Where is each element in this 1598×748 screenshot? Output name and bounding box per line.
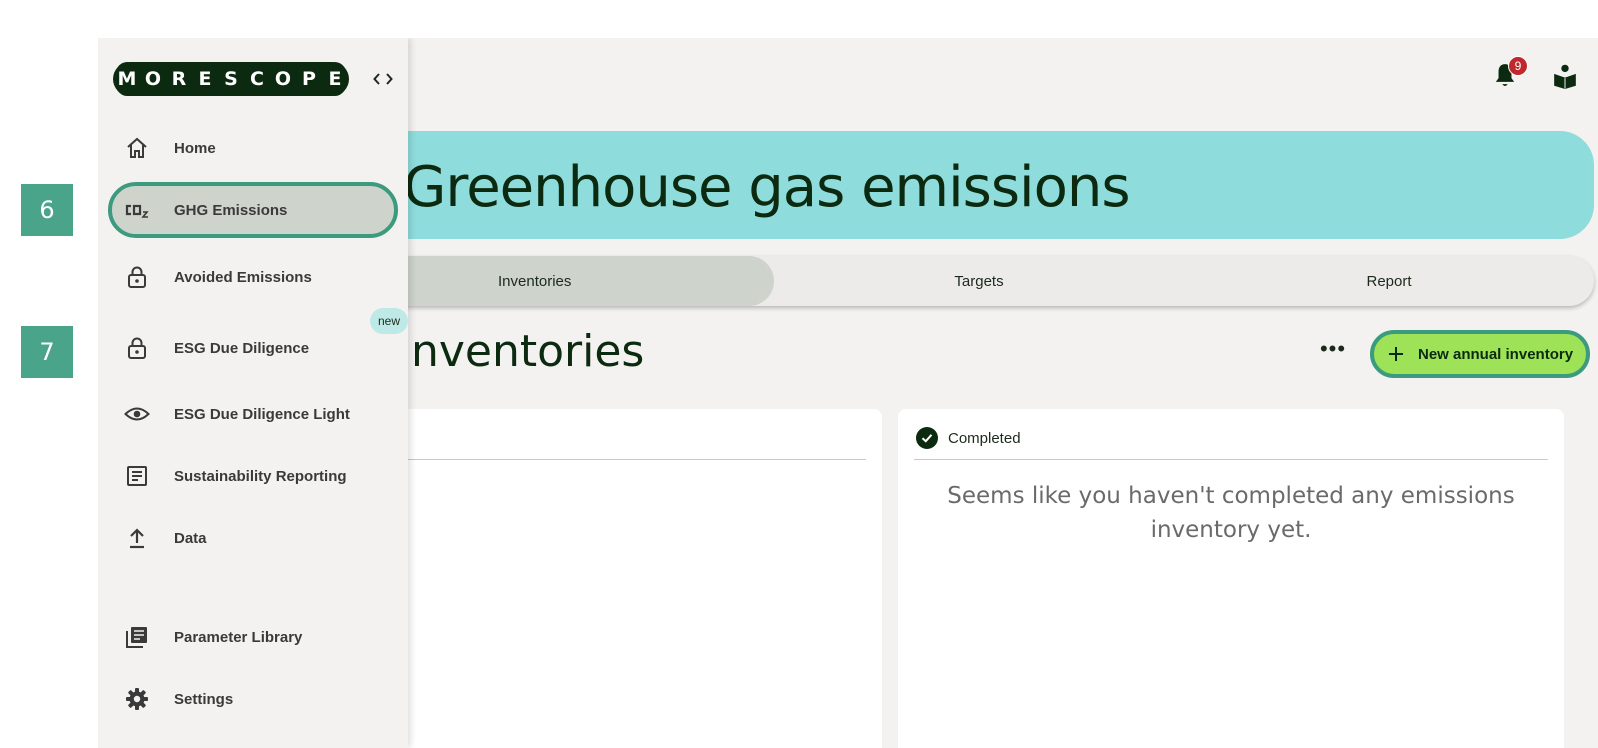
topbar-actions: 9 (1492, 56, 1580, 92)
empty-state-message: Seems like you haven't completed any emi… (947, 483, 1515, 543)
sidebar: M O R E S C O P E Home GHG Emissions Avo… (98, 38, 408, 748)
sidebar-item-esg-due-diligence-light[interactable]: ESG Due Diligence Light (108, 386, 398, 442)
logo-letter: C (244, 62, 270, 96)
plus-icon (1389, 347, 1403, 361)
eye-icon (124, 401, 150, 427)
sidebar-item-sustainability-reporting[interactable]: Sustainability Reporting (108, 448, 398, 504)
sidebar-item-parameter-library[interactable]: Parameter Library (108, 609, 398, 665)
tab-targets[interactable]: Targets (774, 256, 1184, 306)
open-book-icon (1554, 64, 1576, 89)
logo-letter: R (166, 62, 192, 96)
section-tabs: Inventories Targets Report (398, 256, 1594, 306)
lock-icon (124, 264, 150, 290)
sidebar-item-label: Data (174, 529, 207, 547)
section-title: Inventories (398, 326, 645, 377)
logo-letter: E (322, 62, 348, 96)
logo-letter: O (270, 62, 296, 96)
notification-count-badge: 9 (1508, 56, 1528, 76)
learning-button[interactable] (1552, 63, 1580, 91)
lock-icon (124, 335, 150, 361)
logo-letter: E (192, 62, 218, 96)
document-icon (124, 463, 150, 489)
sidebar-collapse-button[interactable] (372, 68, 394, 90)
sidebar-item-label: ESG Due Diligence Light (174, 405, 350, 423)
home-icon (124, 135, 150, 161)
tab-inventories[interactable]: Inventories (398, 256, 774, 306)
tab-report[interactable]: Report (1184, 256, 1594, 306)
chevrons-left-right-icon (373, 73, 393, 85)
new-annual-inventory-button[interactable]: New annual inventory (1370, 330, 1590, 378)
logo-letter: S (218, 62, 244, 96)
sidebar-item-label: Avoided Emissions (174, 268, 312, 286)
more-options-button[interactable]: ••• (1318, 334, 1348, 364)
sidebar-item-label: GHG Emissions (174, 201, 288, 219)
card-divider (398, 459, 866, 460)
logo-letter: P (296, 62, 322, 96)
sidebar-item-avoided-emissions[interactable]: Avoided Emissions (108, 249, 398, 305)
upload-icon (124, 525, 150, 551)
sidebar-item-label: Sustainability Reporting (174, 467, 347, 485)
step-marker-6: 6 (21, 184, 73, 236)
page-title: Greenhouse gas emissions (403, 155, 1131, 220)
sidebar-item-label: Settings (174, 690, 234, 708)
sidebar-item-esg-due-diligence[interactable]: ESG Due Diligence (108, 320, 398, 376)
sidebar-item-label: Parameter Library (174, 628, 303, 646)
sidebar-item-label: ESG Due Diligence (174, 339, 310, 357)
sidebar-item-home[interactable]: Home (108, 120, 398, 176)
sidebar-item-data[interactable]: Data (108, 510, 398, 566)
sidebar-item-label: Home (174, 139, 216, 157)
sidebar-item-ghg-emissions[interactable]: GHG Emissions (108, 182, 398, 238)
app-window: 9 Greenhouse gas emissions Inventories T… (98, 38, 1598, 748)
notifications-button[interactable]: 9 (1492, 56, 1528, 92)
new-annual-inventory-label: New annual inventory (1418, 345, 1574, 363)
page-hero-banner: Greenhouse gas emissions (398, 131, 1594, 239)
in-progress-card (398, 409, 882, 748)
completed-card-title: Completed (948, 429, 1021, 447)
completed-card-header: Completed (916, 427, 1021, 449)
library-icon (124, 624, 150, 650)
gear-icon (124, 686, 150, 712)
sidebar-item-settings[interactable]: Settings (108, 671, 398, 727)
co2-icon (124, 197, 150, 223)
check-circle-icon (916, 427, 938, 449)
morescope-logo[interactable]: M O R E S C O P E (113, 62, 349, 96)
logo-letter: O (140, 62, 166, 96)
completed-card: Completed Seems like you haven't complet… (898, 409, 1564, 748)
step-marker-7: 7 (21, 326, 73, 378)
card-divider (914, 459, 1548, 460)
logo-letter: M (114, 62, 140, 96)
